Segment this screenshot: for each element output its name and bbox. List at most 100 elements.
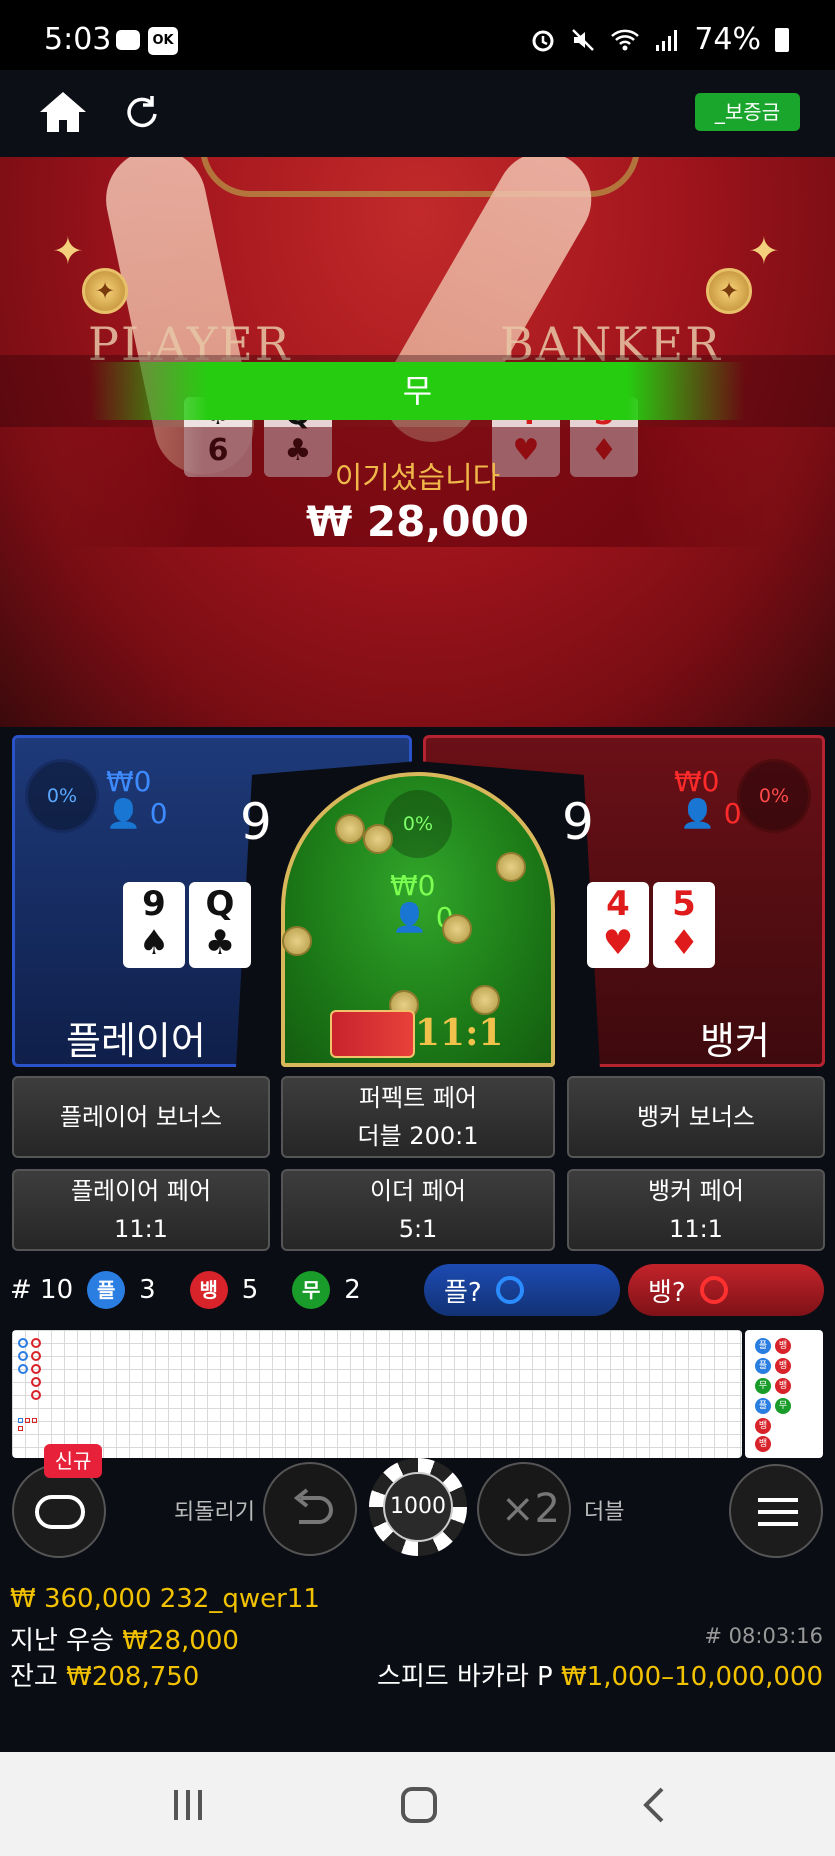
wifi-icon — [611, 29, 640, 50]
refresh-icon[interactable] — [122, 92, 162, 132]
road-map[interactable] — [12, 1330, 742, 1458]
battery-icon — [775, 27, 789, 52]
message-icon — [116, 30, 140, 50]
last-win: 지난 우승 ₩28,000 — [10, 1620, 239, 1657]
banker-card: 4 ♥ — [587, 882, 649, 968]
either-pair-button[interactable]: 이더 페어 5:1 — [281, 1169, 555, 1251]
player-pair-button[interactable]: 플레이어 페어 11:1 — [12, 1169, 270, 1251]
live-video-area: ✦ ✦ ✦ ✦ PLAYER BANKER ♠6 Q♣ 4♥ 5♦ 무 이기셨습… — [0, 157, 835, 727]
road-mark — [32, 1418, 37, 1423]
tie-percent: 0% — [384, 790, 452, 858]
predict-label: 플? — [444, 1277, 482, 1308]
lobby-button[interactable] — [12, 1464, 106, 1558]
undo-button[interactable] — [263, 1462, 357, 1556]
bead-mark: 뱅 — [775, 1378, 791, 1394]
player-bettors: 👤 0 — [106, 797, 168, 830]
player-percent: 0% — [28, 762, 96, 830]
result-banner: 무 — [90, 362, 745, 420]
win-message: 이기셨습니다 — [334, 461, 501, 496]
road-mark — [31, 1351, 41, 1361]
banker-wins-count: 5 — [241, 1275, 259, 1305]
banker-wins-icon: 뱅 — [189, 1271, 228, 1309]
side-bet-odds: 11:1 — [114, 1215, 168, 1243]
status-time: 5:03 — [44, 22, 112, 57]
road-mark — [18, 1418, 23, 1423]
home-icon[interactable] — [38, 90, 88, 134]
side-bet-odds: 11:1 — [669, 1215, 723, 1243]
chip-value: 1000 — [383, 1472, 453, 1542]
user-icon: 👤 — [392, 901, 427, 934]
sparkle-icon: ✦ — [748, 229, 780, 273]
tie-wins-icon: 무 — [292, 1271, 331, 1309]
user-icon: 👤 — [680, 797, 715, 830]
road-mark — [18, 1426, 23, 1431]
game-header: _보증금 — [0, 70, 835, 157]
double-icon: ×2 — [501, 1486, 560, 1532]
predict-label: 뱅? — [648, 1277, 686, 1308]
battery-percent: 74% — [694, 22, 761, 57]
round-stats: # 10 플 3 뱅 5 무 2 — [10, 1262, 361, 1318]
tie-wins-count: 2 — [344, 1275, 361, 1305]
new-badge: 신규 — [44, 1444, 102, 1478]
round-number: # 10 — [10, 1275, 74, 1305]
banker-amount: ₩0 — [674, 765, 720, 798]
bead-mark: 뱅 — [775, 1338, 791, 1354]
back-icon[interactable] — [640, 1786, 668, 1824]
side-bet-label: 플레이어 페어 — [70, 1177, 212, 1205]
status-indicators: 74% — [530, 22, 789, 57]
home-button-icon[interactable] — [400, 1786, 438, 1824]
side-bet-odds: 더블 200:1 — [357, 1122, 479, 1150]
last-win-label: 지난 우승 — [10, 1626, 114, 1656]
bead-mark: 뱅 — [755, 1436, 771, 1452]
alarm-icon — [532, 30, 554, 51]
banker-bettors: 👤 0 — [680, 797, 742, 830]
account-line: ₩ 360,000 232_qwer11 — [10, 1584, 320, 1614]
player-amount: ₩0 — [106, 765, 152, 798]
balance-label: 잔고 — [10, 1662, 58, 1692]
side-bet-label: 이더 페어 — [370, 1177, 466, 1205]
bead-road[interactable]: 플 뱅 플 뱅 무 뱅 플 무 뱅 뱅 — [745, 1330, 823, 1458]
road-mark — [18, 1364, 28, 1374]
chip-selector[interactable]: 1000 — [369, 1458, 467, 1556]
table-coin-icon: ✦ — [82, 268, 128, 314]
banker-predict-button[interactable]: 뱅? — [628, 1264, 824, 1316]
banker-bonus-button[interactable]: 뱅커 보너스 — [567, 1076, 825, 1158]
double-button[interactable]: ×2 — [477, 1462, 571, 1556]
undo-icon — [293, 1488, 333, 1524]
side-bet-label: 뱅커 보너스 — [636, 1103, 756, 1131]
bead-mark: 플 — [755, 1358, 771, 1374]
player-ring-icon — [495, 1276, 524, 1304]
system-nav-bar — [0, 1752, 835, 1856]
player-card: 9 ♠ — [123, 882, 185, 968]
perfect-pair-button[interactable]: 퍼펙트 페어 더블 200:1 — [281, 1076, 555, 1158]
tie-amount: ₩0 — [390, 869, 436, 902]
side-bet-odds: 5:1 — [398, 1215, 438, 1243]
road-mark — [31, 1338, 41, 1348]
recent-apps-icon[interactable] — [170, 1788, 206, 1822]
player-wins-count: 3 — [139, 1275, 156, 1305]
table-name: 스피드 바카라 P — [376, 1662, 553, 1692]
banker-pair-button[interactable]: 뱅커 페어 11:1 — [567, 1169, 825, 1251]
banker-score: 9 — [562, 793, 594, 851]
win-amount: ₩ 28,000 — [305, 497, 530, 546]
mute-icon — [572, 28, 595, 51]
bead-mark: 뱅 — [775, 1358, 791, 1374]
game-id: # 08:03:16 — [704, 1624, 823, 1648]
road-mark — [31, 1364, 41, 1374]
bead-mark: 플 — [755, 1338, 771, 1354]
tie-chip-icon — [363, 824, 393, 854]
menu-button[interactable] — [729, 1464, 823, 1558]
road-mark — [31, 1377, 41, 1387]
player-bonus-button[interactable]: 플레이어 보너스 — [12, 1076, 270, 1158]
road-mark — [18, 1351, 28, 1361]
lobby-icon — [35, 1495, 85, 1529]
side-bet-label: 뱅커 페어 — [648, 1177, 744, 1205]
banker-ring-icon — [699, 1276, 728, 1304]
player-predict-button[interactable]: 플? — [424, 1264, 620, 1316]
bead-mark: 뱅 — [755, 1418, 771, 1434]
table-limits: ₩1,000–10,000,000 — [560, 1662, 823, 1692]
deposit-button[interactable]: _보증금 — [695, 93, 800, 131]
bead-mark: 플 — [755, 1398, 771, 1414]
tie-chip-icon — [442, 914, 472, 944]
banker-percent: 0% — [740, 762, 808, 830]
